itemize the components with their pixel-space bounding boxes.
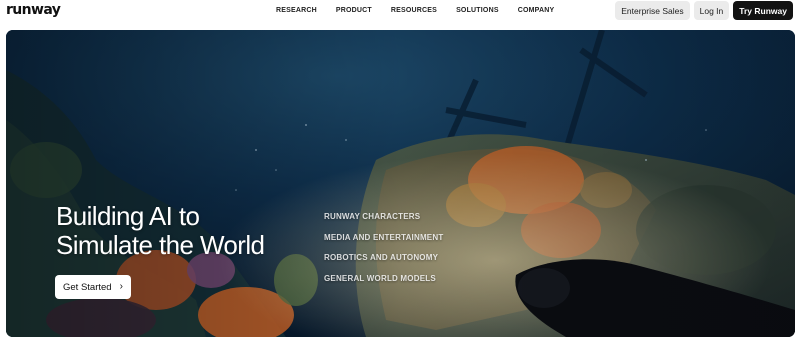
- nav-item-product[interactable]: PRODUCT: [336, 7, 372, 14]
- topic-media-entertainment[interactable]: MEDIA AND ENTERTAINMENT: [324, 233, 443, 254]
- hero-headline-line1: Building AI to: [56, 201, 200, 231]
- nav-item-resources[interactable]: RESOURCES: [391, 7, 437, 14]
- hero-headline: Building AI to Simulate the World: [56, 201, 265, 260]
- chevron-right-icon: ›: [119, 281, 123, 292]
- log-in-button[interactable]: Log In: [693, 1, 730, 20]
- hero-section: Building AI to Simulate the World Get St…: [6, 30, 795, 337]
- runway-logo[interactable]: runway: [6, 2, 61, 18]
- get-started-label: Get Started: [63, 281, 112, 293]
- nav-item-solutions[interactable]: SOLUTIONS: [456, 7, 499, 14]
- hero-headline-line2: Simulate the World: [56, 230, 265, 260]
- nav-item-research[interactable]: RESEARCH: [276, 7, 317, 14]
- try-runway-button[interactable]: Try Runway: [733, 1, 793, 20]
- topic-robotics-autonomy[interactable]: ROBOTICS AND AUTONOMY: [324, 253, 443, 274]
- get-started-button[interactable]: Get Started ›: [55, 275, 131, 299]
- nav-item-company[interactable]: COMPANY: [518, 7, 555, 14]
- topic-general-world-models[interactable]: GENERAL WORLD MODELS: [324, 274, 443, 295]
- enterprise-sales-button[interactable]: Enterprise Sales: [615, 1, 690, 20]
- main-nav: RESEARCH PRODUCT RESOURCES SOLUTIONS COM…: [276, 7, 554, 14]
- header-actions: Enterprise Sales Log In Try Runway: [615, 1, 793, 20]
- topic-runway-characters[interactable]: RUNWAY CHARACTERS: [324, 212, 443, 233]
- top-nav-bar: runway RESEARCH PRODUCT RESOURCES SOLUTI…: [0, 0, 800, 24]
- hero-topic-list: RUNWAY CHARACTERS MEDIA AND ENTERTAINMEN…: [324, 212, 443, 294]
